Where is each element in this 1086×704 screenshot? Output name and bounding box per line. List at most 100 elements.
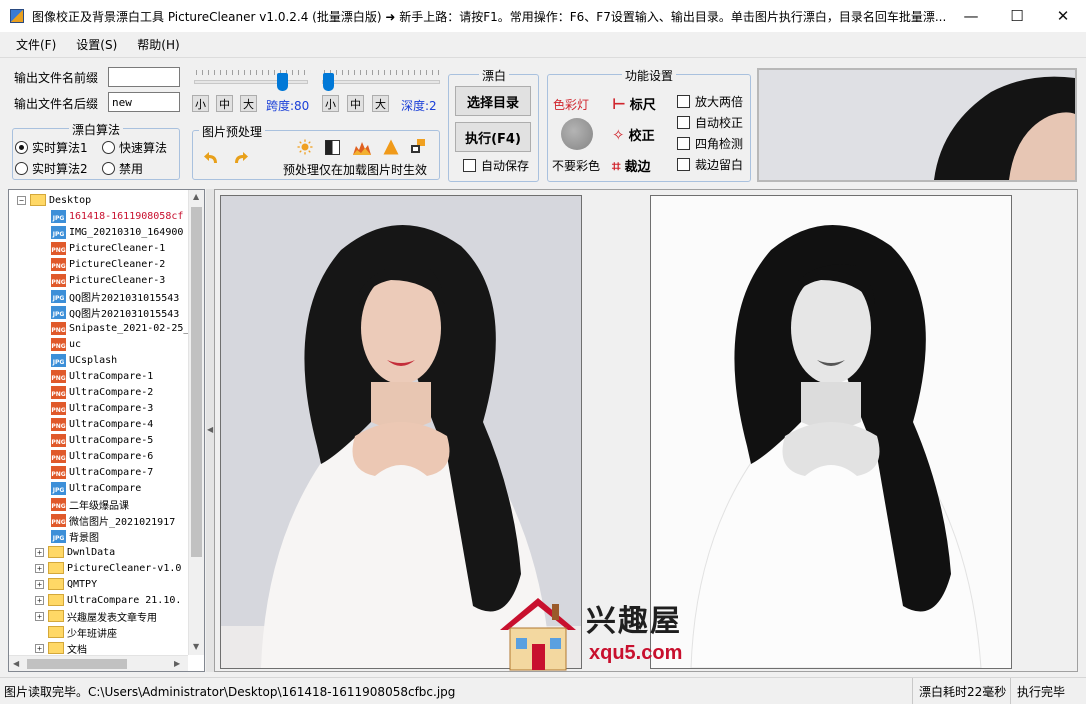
tree-file-item[interactable]: JPG 背景图 — [51, 528, 99, 544]
tree-file-item[interactable]: PNG uc — [51, 336, 81, 352]
tree-item-label: UltraCompare-3 — [69, 402, 154, 414]
zoom-preview[interactable] — [757, 68, 1077, 182]
tree-file-item[interactable]: PNG Snipaste_2021-02-25_ — [51, 320, 189, 336]
crop-margin-checkbox[interactable]: 裁边留白 — [677, 156, 743, 173]
checkbox-box[interactable] — [677, 137, 690, 150]
tree-file-item[interactable]: PNG UltraCompare-2 — [51, 384, 153, 400]
checkbox-box[interactable] — [677, 95, 690, 108]
scroll-up-icon[interactable]: ▲ — [193, 192, 199, 201]
horizontal-scroll-thumb[interactable] — [27, 659, 127, 669]
radio-disable[interactable]: 禁用 — [102, 160, 143, 177]
span-slider-track[interactable] — [194, 80, 308, 84]
crop-tool-icon[interactable] — [410, 138, 427, 155]
expand-icon[interactable]: + — [35, 611, 44, 621]
sharpen-icon[interactable] — [383, 139, 399, 155]
crop-button[interactable]: ⌗ 裁边 — [612, 156, 650, 176]
tree-file-item[interactable]: JPG QQ图片2021031015543 — [51, 288, 179, 304]
execute-button[interactable]: 执行(F4) — [455, 122, 531, 152]
radio-dot[interactable] — [102, 162, 115, 175]
depth-slider-track[interactable] — [322, 80, 440, 84]
checkbox-box[interactable] — [463, 159, 476, 172]
tree-file-item[interactable]: PNG 二年级爆品课 — [51, 496, 129, 512]
radio-dot[interactable] — [102, 141, 115, 154]
undo-icon[interactable] — [203, 149, 221, 167]
tree-folder-item[interactable]: + PictureCleaner-v1.0 — [35, 560, 181, 576]
menu-help[interactable]: 帮助(H) — [127, 36, 189, 53]
depth-slider-thumb[interactable] — [323, 73, 334, 91]
tree-horizontal-scrollbar[interactable]: ◀ ▶ — [9, 655, 188, 671]
tree-file-item[interactable]: JPG UltraCompare — [51, 480, 141, 496]
folder-icon — [48, 562, 64, 574]
tree-file-item[interactable]: JPG QQ图片2021031015543 — [51, 304, 179, 320]
depth-large-button[interactable]: 大 — [372, 95, 389, 112]
checkbox-box[interactable] — [677, 116, 690, 129]
tree-file-item[interactable]: PNG PictureCleaner-2 — [51, 256, 165, 272]
tree-file-item[interactable]: PNG PictureCleaner-3 — [51, 272, 165, 288]
prefix-input[interactable] — [108, 67, 180, 87]
scroll-right-icon[interactable]: ▶ — [174, 659, 180, 668]
scroll-left-icon[interactable]: ◀ — [13, 659, 19, 668]
contrast-icon[interactable] — [325, 140, 340, 155]
tree-folder-item[interactable]: + UltraCompare 21.10. — [35, 592, 181, 608]
expand-icon[interactable]: + — [35, 643, 44, 653]
vertical-scroll-thumb[interactable] — [191, 207, 202, 557]
tree-file-item[interactable]: PNG UltraCompare-4 — [51, 416, 153, 432]
corner-detect-checkbox[interactable]: 四角检测 — [677, 135, 743, 152]
depth-small-button[interactable]: 小 — [322, 95, 339, 112]
close-button[interactable]: ✕ — [1040, 0, 1086, 32]
tree-file-item[interactable]: PNG UltraCompare-5 — [51, 432, 153, 448]
collapse-icon[interactable]: − — [17, 195, 26, 205]
suffix-input[interactable] — [108, 92, 180, 112]
checkbox-box[interactable] — [677, 158, 690, 171]
radio-realtime-2[interactable]: 实时算法2 — [15, 160, 88, 177]
tree-file-item[interactable]: PNG UltraCompare-6 — [51, 448, 153, 464]
redo-icon[interactable] — [231, 149, 249, 167]
tree-folder-item[interactable]: + 兴趣屋发表文章专用 — [35, 608, 157, 624]
tree-folder-item[interactable]: 少年班讲座 — [35, 624, 117, 640]
select-directory-button[interactable]: 选择目录 — [455, 86, 531, 116]
span-slider-thumb[interactable] — [277, 73, 288, 91]
expand-icon[interactable]: + — [35, 579, 44, 589]
span-slider-ticks — [196, 70, 308, 75]
maximize-button[interactable]: ☐ — [994, 0, 1040, 32]
tree-file-item[interactable]: JPG IMG_20210310_164900 — [51, 224, 183, 240]
levels-icon[interactable] — [353, 140, 371, 155]
tree-file-item[interactable]: JPG UCsplash — [51, 352, 117, 368]
tree-folder-item[interactable]: + QMTPY — [35, 576, 97, 592]
ruler-button[interactable]: ⊢ 标尺 — [612, 94, 656, 114]
menu-settings[interactable]: 设置(S) — [66, 36, 127, 53]
radio-dot[interactable] — [15, 162, 28, 175]
auto-correct-checkbox[interactable]: 自动校正 — [677, 114, 743, 131]
minimize-button[interactable]: — — [948, 0, 994, 32]
depth-medium-button[interactable]: 中 — [347, 95, 364, 112]
autosave-checkbox[interactable]: 自动保存 — [463, 157, 529, 174]
expand-icon[interactable]: + — [35, 563, 44, 573]
tree-file-item[interactable]: JPG 161418-1611908058cf — [51, 208, 183, 224]
expand-icon[interactable]: + — [35, 547, 44, 557]
tree-file-item[interactable]: PNG 微信图片_2021021917 — [51, 512, 175, 528]
tree-file-item[interactable]: PNG UltraCompare-7 — [51, 464, 153, 480]
tree-folder-item[interactable]: − Desktop — [17, 192, 91, 208]
tree-file-item[interactable]: PNG UltraCompare-3 — [51, 400, 153, 416]
collapse-arrow-icon[interactable]: ◀ — [207, 425, 213, 434]
zoom-2x-checkbox[interactable]: 放大两倍 — [677, 93, 743, 110]
radio-fast[interactable]: 快速算法 — [102, 139, 167, 156]
span-small-button[interactable]: 小 — [192, 95, 209, 112]
panel-splitter[interactable]: ◀ — [206, 189, 214, 672]
tree-file-item[interactable]: PNG PictureCleaner-1 — [51, 240, 165, 256]
brightness-icon[interactable] — [297, 139, 313, 155]
tree-folder-item[interactable]: + 文档 — [35, 640, 87, 656]
expand-icon[interactable]: + — [35, 595, 44, 605]
tree-folder-item[interactable]: + DwnlData — [35, 544, 115, 560]
menu-file[interactable]: 文件(F) — [6, 36, 66, 53]
correct-button[interactable]: ✧ 校正 — [612, 125, 655, 145]
span-large-button[interactable]: 大 — [240, 95, 257, 112]
radio-realtime-1[interactable]: 实时算法1 — [15, 139, 88, 156]
scroll-down-icon[interactable]: ▼ — [193, 642, 199, 651]
color-light-indicator[interactable] — [561, 118, 593, 150]
radio-dot[interactable] — [15, 141, 28, 154]
tree-vertical-scrollbar[interactable]: ▲ ▼ — [188, 190, 204, 655]
span-medium-button[interactable]: 中 — [216, 95, 233, 112]
file-tree[interactable]: − Desktop JPG 161418-1611908058cf JPG IMG_202… — [8, 189, 205, 672]
tree-file-item[interactable]: PNG UltraCompare-1 — [51, 368, 153, 384]
